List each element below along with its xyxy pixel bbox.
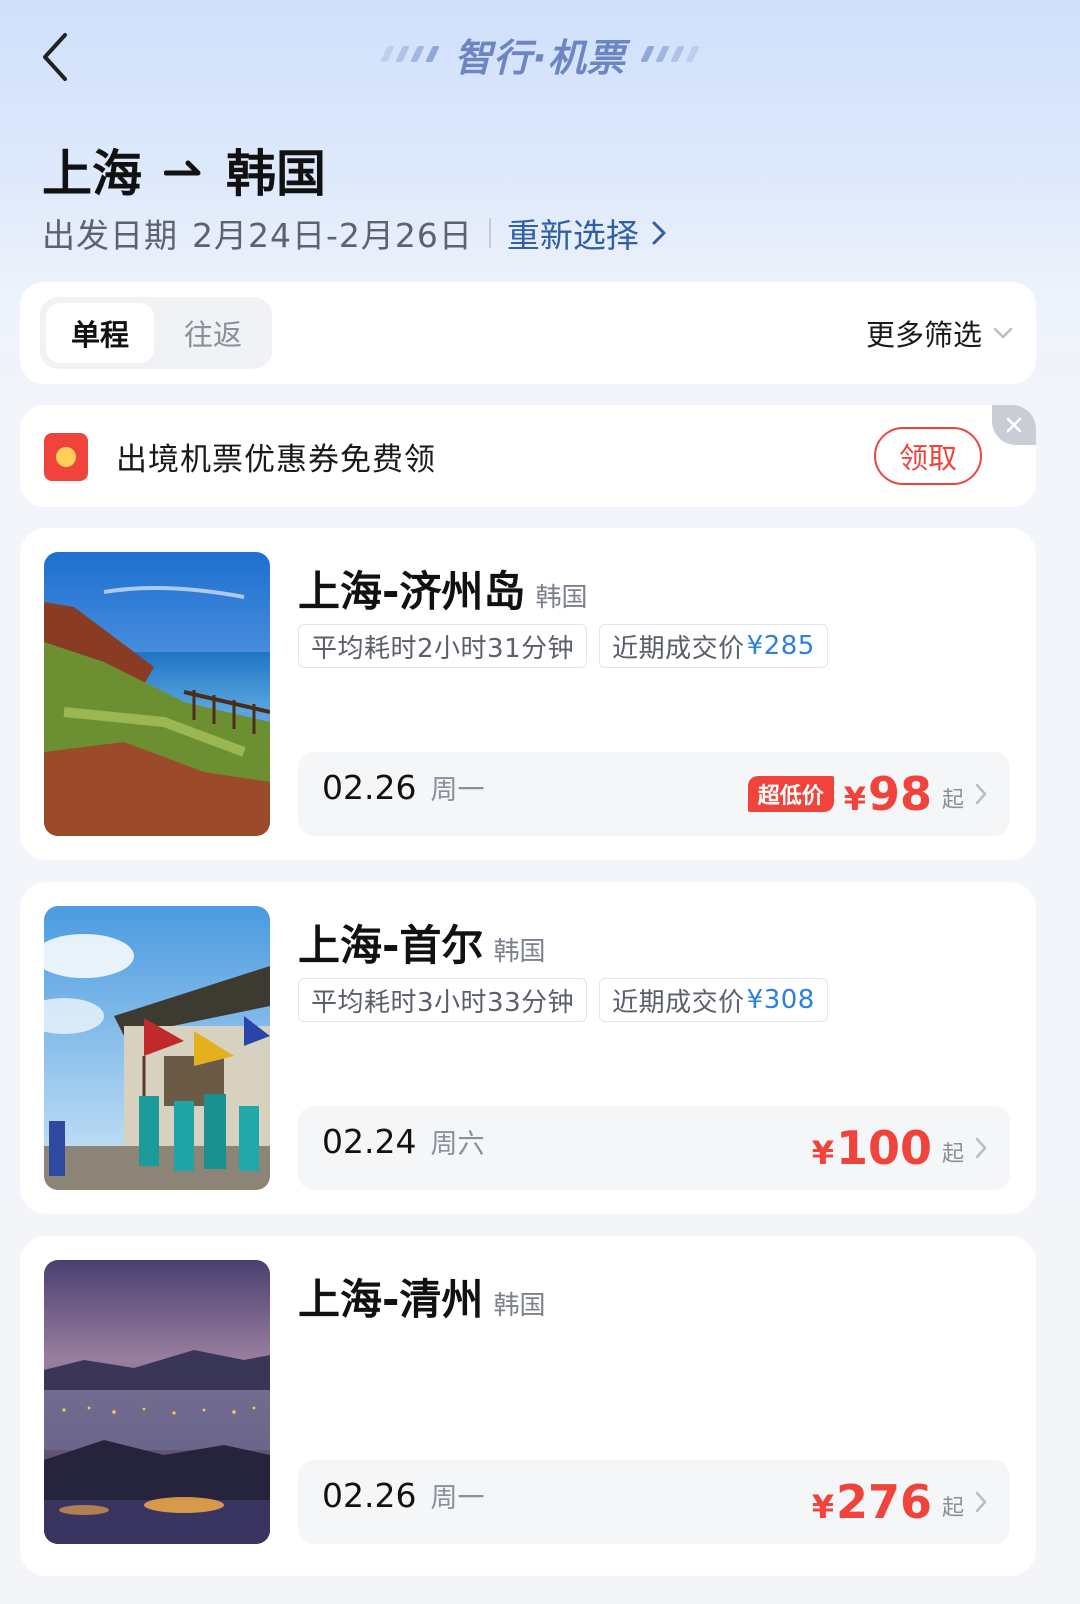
departure-date: 02.24 周六 xyxy=(322,1122,484,1174)
route-city: 上海-清州 xyxy=(298,1275,484,1324)
route-card[interactable]: 上海-清州 韩国 02.26 周一 ¥ 276 起 xyxy=(20,1236,1036,1576)
route-country: 韩国 xyxy=(535,583,588,613)
date-value: 02.26 xyxy=(322,768,417,807)
recent-price-label: 近期成交价 xyxy=(612,987,745,1018)
price-suffix: 起 xyxy=(941,1142,964,1167)
route-tags: 平均耗时2小时31分钟 近期成交价 ¥285 xyxy=(298,624,828,668)
route-card[interactable]: 上海-首尔 韩国 平均耗时3小时33分钟 近期成交价 ¥308 02.24 周六… xyxy=(20,882,1036,1214)
duration-tag: 平均耗时2小时31分钟 xyxy=(298,624,588,668)
close-icon xyxy=(1006,417,1022,433)
divider xyxy=(488,218,491,248)
price: ¥ 100 xyxy=(812,1121,932,1175)
trip-type-toggle: 单程 往返 xyxy=(40,297,272,369)
brand-title: 智行·机票 xyxy=(454,35,626,80)
reselect-link[interactable]: 重新选择 xyxy=(507,209,667,257)
low-price-badge: 超低价 xyxy=(747,776,834,812)
date-range: 2月24日-2月26日 xyxy=(192,216,473,255)
claim-coupon-button[interactable]: 领取 xyxy=(874,427,982,485)
brand-decoration-left xyxy=(380,46,441,62)
price: ¥ 276 xyxy=(812,1475,932,1529)
coupon-banner: 出境机票优惠券免费领 领取 xyxy=(20,405,1036,507)
duration-tag: 平均耗时3小时33分钟 xyxy=(298,978,588,1022)
departure-date: 02.26 周一 xyxy=(322,768,484,820)
tab-one-way[interactable]: 单程 xyxy=(46,303,154,363)
destination-city: 韩国 xyxy=(226,145,326,203)
price-value: 98 xyxy=(867,767,932,821)
route-country: 韩国 xyxy=(493,1291,546,1321)
date-value: 02.26 xyxy=(322,1476,417,1515)
chevron-right-icon xyxy=(975,783,987,805)
chevron-right-icon xyxy=(975,1137,987,1159)
weekday: 周六 xyxy=(430,1129,485,1160)
recent-price-tag: 近期成交价 ¥285 xyxy=(599,624,828,668)
price-group: ¥ 100 起 xyxy=(812,1114,988,1182)
chevron-down-icon xyxy=(993,327,1013,339)
close-banner-button[interactable] xyxy=(992,405,1036,445)
more-filter-button[interactable]: 更多筛选 xyxy=(866,308,1014,358)
price-group: ¥ 276 起 xyxy=(812,1468,988,1536)
price-suffix: 起 xyxy=(941,1496,964,1521)
price-bar[interactable]: 02.26 周一 超低价 ¥ 98 起 xyxy=(298,752,1010,836)
departure-date: 02.26 周一 xyxy=(322,1476,484,1528)
price-bar[interactable]: 02.26 周一 ¥ 276 起 xyxy=(298,1460,1010,1544)
recent-price-tag: 近期成交价 ¥308 xyxy=(599,978,828,1022)
coupon-text: 出境机票优惠券免费领 xyxy=(116,441,436,478)
weekday: 周一 xyxy=(430,775,485,806)
currency-symbol: ¥ xyxy=(811,1488,834,1526)
price-value: 276 xyxy=(835,1475,932,1529)
destination-image xyxy=(44,552,270,836)
recent-price-label: 近期成交价 xyxy=(612,633,745,664)
price-group: 超低价 ¥ 98 起 xyxy=(747,760,988,828)
route-header: 上海 韩国 xyxy=(42,138,326,203)
route-title: 上海-首尔 韩国 xyxy=(298,912,545,972)
route-city: 上海-济州岛 xyxy=(298,567,526,616)
filter-card: 单程 往返 更多筛选 xyxy=(20,282,1036,384)
weekday: 周一 xyxy=(430,1483,485,1514)
price: ¥ 98 xyxy=(844,767,932,821)
origin-city: 上海 xyxy=(42,145,142,203)
red-envelope-icon xyxy=(44,433,88,481)
recent-price-value: ¥308 xyxy=(746,985,815,1015)
route-city: 上海-首尔 xyxy=(298,921,484,970)
currency-symbol: ¥ xyxy=(843,780,866,818)
tab-round-trip[interactable]: 往返 xyxy=(160,303,266,363)
route-country: 韩国 xyxy=(493,937,546,967)
destination-image xyxy=(44,906,270,1190)
route-title: 上海-清州 韩国 xyxy=(298,1266,545,1326)
price-suffix: 起 xyxy=(941,788,964,813)
price-value: 100 xyxy=(835,1121,932,1175)
route-title: 上海-济州岛 韩国 xyxy=(298,558,587,618)
reselect-label: 重新选择 xyxy=(506,216,639,255)
date-row: 出发日期 2月24日-2月26日 重新选择 xyxy=(42,208,667,258)
route-tags: 平均耗时3小时33分钟 近期成交价 ¥308 xyxy=(298,978,828,1022)
destination-image xyxy=(44,1260,270,1544)
chevron-right-icon xyxy=(975,1491,987,1513)
price-bar[interactable]: 02.24 周六 ¥ 100 起 xyxy=(298,1106,1010,1190)
chevron-right-icon xyxy=(652,221,666,245)
brand-decoration-right xyxy=(639,46,700,62)
app-brand: 智行·机票 xyxy=(0,24,1080,84)
route-card[interactable]: 上海-济州岛 韩国 平均耗时2小时31分钟 近期成交价 ¥285 02.26 周… xyxy=(20,528,1036,860)
currency-symbol: ¥ xyxy=(811,1134,834,1172)
date-label: 出发日期 xyxy=(42,216,178,255)
arrow-right-icon xyxy=(164,160,201,176)
more-filter-label: 更多筛选 xyxy=(865,318,982,352)
date-value: 02.24 xyxy=(322,1122,417,1161)
recent-price-value: ¥285 xyxy=(746,631,815,661)
